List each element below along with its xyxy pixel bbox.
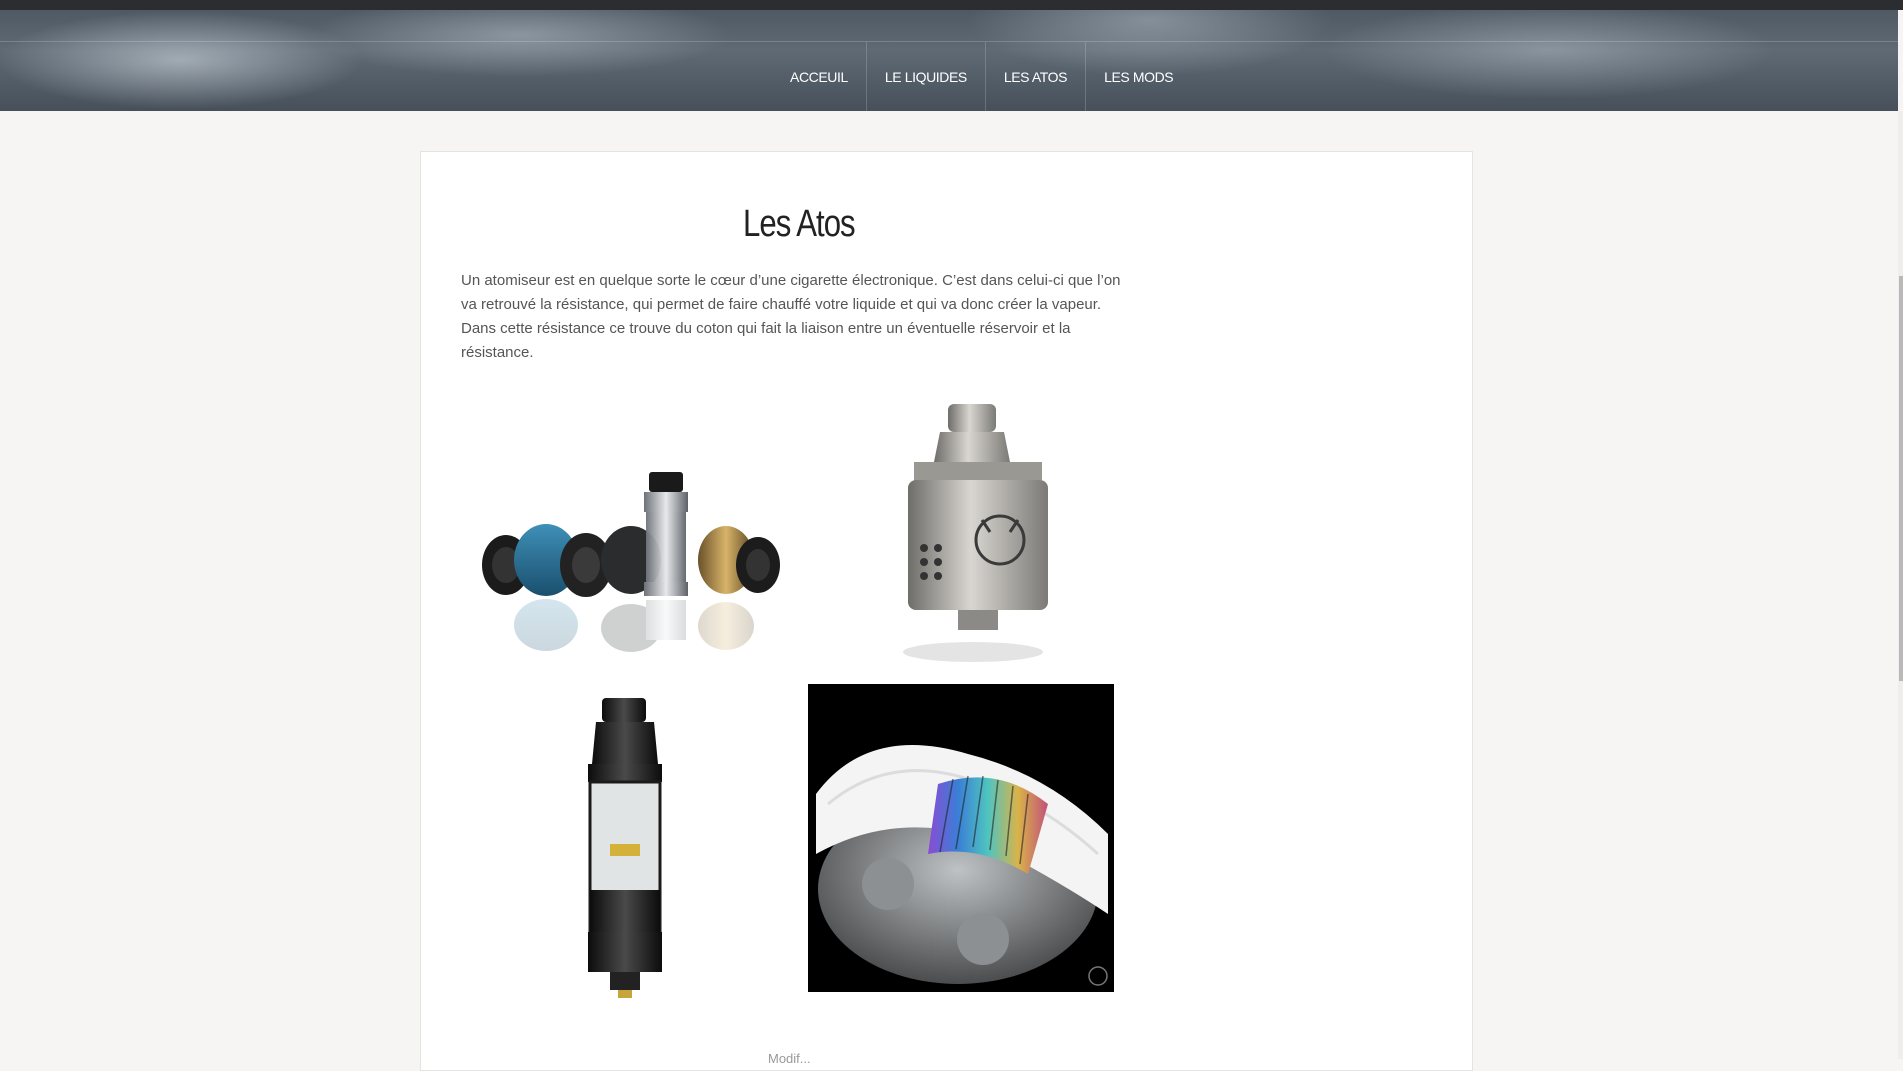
main-nav: ACCEUIL LE LIQUIDES LES ATOS LES MODS [772,42,1191,111]
intro-paragraph: Un atomiseur est en quelque sorte le cœu… [461,272,1121,361]
site-header: ACCEUIL LE LIQUIDES LES ATOS LES MODS [0,0,1903,111]
page-scrollbar[interactable] [1898,111,1903,1059]
nav-acceuil[interactable]: ACCEUIL [772,42,867,111]
page-title: Les Atos [743,203,856,245]
nav-les-mods[interactable]: LES MODS [1086,42,1191,111]
nav-les-atos[interactable]: LES ATOS [986,42,1087,111]
browser-toolbar-strip [0,0,1903,10]
nav-le-liquides[interactable]: LE LIQUIDES [867,42,986,111]
atomizer-group-image [466,400,786,666]
scrollbar-thumb[interactable] [1899,276,1903,681]
coil-cotton-image [808,684,1114,992]
navigator-rta-image [560,694,690,1010]
steel-rda-image [868,392,1078,666]
